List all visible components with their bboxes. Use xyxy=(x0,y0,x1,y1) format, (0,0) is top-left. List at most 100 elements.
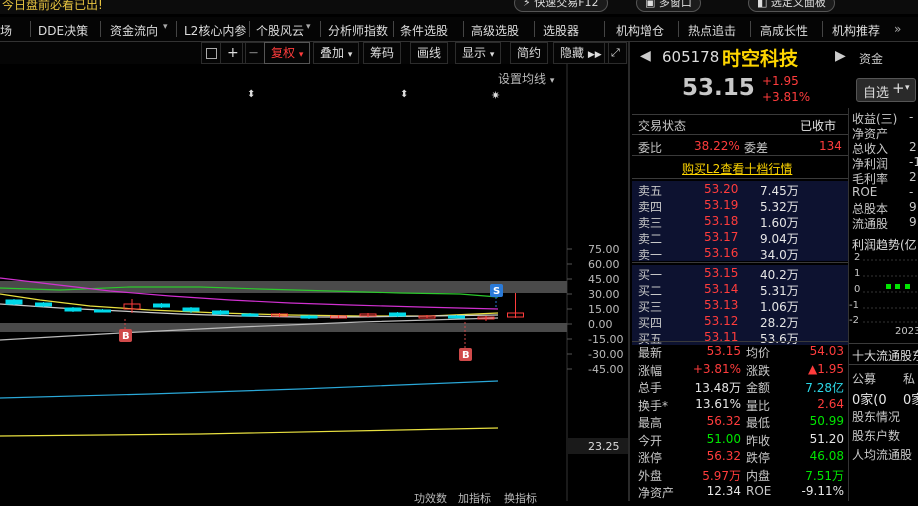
function-menu-bar: 场 DDE决策 资金流向 ▾ L2核心内参 个股风云 ▾ 分析师指数 条件选股 … xyxy=(0,17,918,42)
indicator-tab-3[interactable]: 换指标 xyxy=(504,490,537,506)
chevron-down-icon: ▾ xyxy=(549,76,555,86)
menu-separator xyxy=(393,21,394,37)
order-book-row: 卖四 53.19 5.32万 xyxy=(632,197,848,214)
expand-left-button[interactable] xyxy=(201,42,221,64)
order-book-row: 卖二 53.17 9.04万 xyxy=(632,229,848,246)
menu-item-high-growth[interactable]: 高成长性 xyxy=(760,22,808,39)
menu-item-dde[interactable]: DDE决策 xyxy=(38,22,88,39)
menu-item-inst-increase[interactable]: 机构增仓 xyxy=(616,22,664,39)
finance-row-value: 9 xyxy=(909,200,917,214)
display-button[interactable]: 显示 ▾ xyxy=(455,42,502,64)
event-marker-icon[interactable]: ⬍ xyxy=(247,89,255,100)
holder-info-link[interactable]: 股东情况 xyxy=(852,408,900,425)
menu-item-selector[interactable]: 选股器 xyxy=(543,22,579,39)
top-holders-title[interactable]: 十大流通股东 xyxy=(852,347,918,364)
chevron-down-icon: ▾ xyxy=(489,50,495,60)
quote-stats: 最新 53.15 均价 54.03 涨幅 +3.81% 涨跌 ▲1.95 总手 13… xyxy=(632,340,848,502)
indicator-tab-1[interactable]: 功效数 xyxy=(414,490,447,506)
menu-item-fund-flow[interactable]: 资金流向 xyxy=(110,22,158,39)
stat-value: -9.11% xyxy=(801,484,844,498)
sell-price: 53.16 xyxy=(704,246,739,260)
candle-body xyxy=(300,315,318,319)
chips-button[interactable]: 筹码 xyxy=(363,42,402,64)
divider-line xyxy=(632,114,848,115)
finance-tab[interactable]: 资金 xyxy=(859,50,883,67)
fullscreen-icon[interactable]: ⤢ xyxy=(604,42,627,64)
buy-price: 53.15 xyxy=(704,266,739,280)
fund-label: 公募 xyxy=(852,372,877,386)
quick-trade-button[interactable]: ⚡ 快速交易F12 xyxy=(514,0,608,12)
menu-item-advanced-select[interactable]: 高级选股 xyxy=(471,22,519,39)
menu-item-condition-select[interactable]: 条件选股 xyxy=(400,22,448,39)
overlay-label: 叠加 xyxy=(320,46,345,60)
order-book-row: 买三 53.13 1.06万 xyxy=(632,297,848,314)
menu-more-button[interactable]: » xyxy=(894,22,901,36)
ma-settings-label: 设置均线 xyxy=(498,72,547,86)
event-marker-icon[interactable]: ⬍ xyxy=(400,89,408,100)
overlay-button[interactable]: 叠加 ▾ xyxy=(313,42,360,64)
candle-body xyxy=(241,313,259,317)
finance-row-value: 2 xyxy=(909,140,917,154)
order-book-row: 卖三 53.18 1.60万 xyxy=(632,213,848,230)
simple-mode-button[interactable]: 简约 xyxy=(510,42,549,64)
plus-icon: + xyxy=(892,79,905,97)
fund-count: 0家(0 xyxy=(852,393,887,408)
draw-line-button[interactable]: 画线 xyxy=(410,42,449,64)
restore-rights-button[interactable]: 复权 ▾ xyxy=(264,42,311,64)
order-ratio-label: 委比 xyxy=(638,141,663,155)
divider-line xyxy=(632,262,848,263)
sell-price: 53.19 xyxy=(704,198,739,212)
stat-value: 54.03 xyxy=(809,344,844,358)
menu-item-stock-news[interactable]: 个股风云 xyxy=(256,22,304,39)
stat-label: 内盘 xyxy=(746,468,771,483)
order-ratio-value: 38.22% xyxy=(694,139,740,153)
stat-value: 46.08 xyxy=(809,449,844,463)
menu-item-market[interactable]: 场 xyxy=(0,22,12,39)
menu-separator xyxy=(176,21,177,37)
menu-separator xyxy=(249,21,250,37)
prev-stock-icon[interactable]: ◀ xyxy=(640,48,651,64)
l2-upgrade-link[interactable]: 购买L2查看十档行情 xyxy=(682,160,792,177)
zoom-out-button[interactable]: — xyxy=(242,42,265,64)
kline-chart[interactable]: 75.00 60.00 45.00 30.00 15.00 0.00 -15.00 -30.0… xyxy=(0,64,628,505)
fast-forward-icon: ▶▶ xyxy=(587,50,602,60)
next-stock-icon[interactable]: ▶ xyxy=(835,48,846,64)
stat-value: 2.64 xyxy=(817,396,844,411)
sell-price: 53.18 xyxy=(704,214,739,228)
candle-body xyxy=(35,302,52,307)
chevron-down-icon: ▾ xyxy=(298,50,304,60)
indicator-tab-2[interactable]: 加指标 xyxy=(458,490,491,506)
finance-row-value: - xyxy=(909,110,914,124)
notice-text[interactable]: 今日盘前必看已出! xyxy=(2,0,103,13)
order-book-row: 买四 53.12 28.2万 xyxy=(632,313,848,330)
stat-label: 今开 xyxy=(638,433,663,448)
stock-name: 时空科技 xyxy=(722,48,799,70)
menu-item-l2[interactable]: L2核心内参 xyxy=(184,22,246,39)
stat-value: 12.34 xyxy=(706,484,741,498)
stat-value: 7.51万 xyxy=(805,468,844,483)
news-star-icon[interactable]: ✷ xyxy=(491,89,500,102)
chevron-down-icon: ▾ xyxy=(347,50,353,60)
menu-item-inst-recommend[interactable]: 机构推荐 xyxy=(832,22,880,39)
trend-tick: 2 xyxy=(854,252,861,263)
finance-row-value: - xyxy=(909,185,914,199)
trend-tick: 1 xyxy=(854,268,861,279)
panel-icon xyxy=(206,48,217,59)
candle-body xyxy=(64,307,82,312)
order-diff-label: 委差 xyxy=(744,141,769,155)
hide-button[interactable]: 隐藏 ▶▶ xyxy=(553,42,609,64)
menu-item-hot-tracking[interactable]: 热点追击 xyxy=(688,22,736,39)
price-axis-label: 30.00 xyxy=(588,288,620,301)
price-change-pct: +3.81% xyxy=(762,90,811,104)
price-axis-label: 0.00 xyxy=(588,318,613,331)
menu-item-analyst[interactable]: 分析师指数 xyxy=(328,22,388,39)
add-to-watchlist-button[interactable]: 自选 + ▾ xyxy=(856,78,916,102)
menu-separator xyxy=(320,21,321,37)
trend-tick: -1 xyxy=(849,300,859,311)
ma-settings-link[interactable]: 设置均线 ▾ xyxy=(498,70,554,87)
mode-button[interactable]: ◧ 选定义面板 xyxy=(748,0,835,12)
panel-divider[interactable] xyxy=(628,42,630,501)
quote-panel: ◀ 605178 时空科技 ▶ 53.15 +1.95 +3.81% 自选 + … xyxy=(632,42,916,502)
stat-label: 均价 xyxy=(746,346,771,360)
multi-window-button[interactable]: ▣ 多窗口 xyxy=(636,0,701,12)
